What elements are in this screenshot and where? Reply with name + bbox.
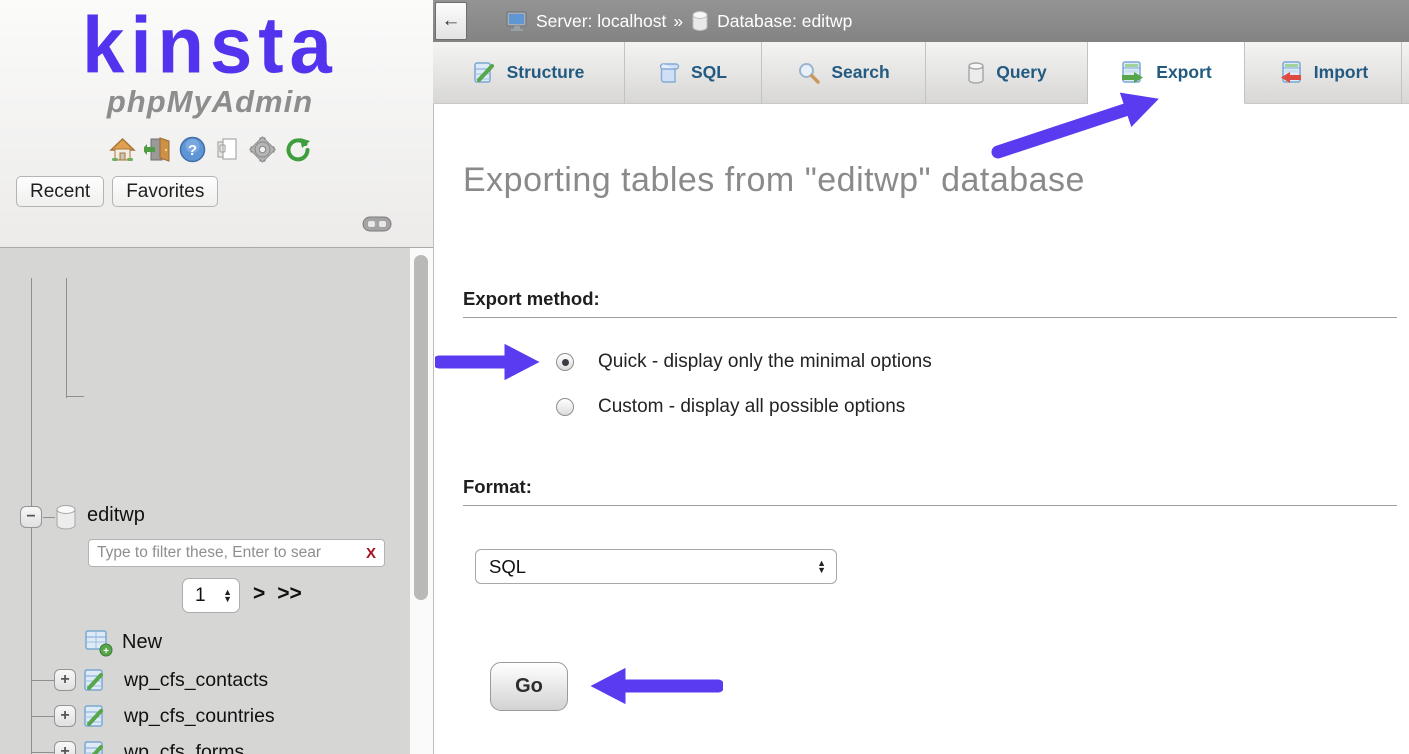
database-icon	[690, 9, 710, 33]
radio-selected-icon[interactable]	[556, 353, 574, 371]
favorites-button[interactable]: Favorites	[112, 176, 218, 207]
search-icon	[797, 61, 821, 85]
sql-icon	[659, 61, 681, 85]
format-label: Format:	[463, 476, 532, 498]
table-icon	[84, 669, 116, 693]
logout-icon[interactable]	[144, 136, 171, 163]
tab-search[interactable]: Search	[762, 42, 926, 104]
expand-icon[interactable]: +	[54, 705, 76, 727]
settings-icon[interactable]	[249, 136, 276, 163]
docs-icon[interactable]	[214, 136, 241, 163]
recent-favorites-row: Recent Favorites	[16, 176, 218, 207]
tree-connector-stub	[32, 752, 54, 753]
table-name: wp_cfs_countries	[124, 705, 275, 728]
kinsta-logo: kinsta	[0, 0, 420, 91]
tab-import[interactable]: Import	[1245, 42, 1402, 104]
refresh-icon[interactable]	[284, 136, 311, 163]
next-page-link[interactable]: >	[253, 582, 265, 606]
sidebar-scrollbar-thumb[interactable]	[414, 255, 428, 600]
tab-label: Search	[831, 62, 889, 83]
breadcrumb-separator: »	[673, 11, 683, 32]
phpmyadmin-wordmark: phpMyAdmin	[0, 84, 420, 120]
tree-filter-input[interactable]: Type to filter these, Enter to sear X	[88, 539, 385, 567]
export-option-quick[interactable]: Quick - display only the minimal options	[556, 351, 932, 373]
table-icon	[84, 705, 116, 729]
sidebar-header: kinsta phpMyAdmin ? Recent Favorites	[0, 0, 433, 248]
breadcrumb-server-link[interactable]: Server: localhost	[536, 11, 666, 32]
tree-connector-stub	[32, 680, 54, 681]
tab-export[interactable]: Export	[1088, 42, 1245, 104]
tab-label: Export	[1156, 62, 1211, 83]
tab-bar: Structure SQL Search Query Export Import	[433, 42, 1409, 104]
structure-icon	[473, 61, 497, 85]
page-title: Exporting tables from "editwp" database	[463, 161, 1085, 200]
help-icon[interactable]: ?	[179, 136, 206, 163]
table-row[interactable]: + wp_cfs_countries	[0, 699, 410, 735]
expand-icon[interactable]: +	[54, 741, 76, 754]
radio-label[interactable]: Custom - display all possible options	[598, 396, 905, 418]
tab-label: Structure	[507, 62, 585, 83]
table-row[interactable]: + wp_cfs_contacts	[0, 663, 410, 699]
svg-text:+: +	[103, 646, 109, 657]
link-icon[interactable]	[362, 213, 392, 235]
breadcrumb-database-link[interactable]: Database: editwp	[717, 11, 852, 32]
table-name: wp_cfs_forms	[124, 741, 244, 754]
tree-item-database[interactable]: − editwp	[0, 502, 410, 532]
recent-button[interactable]: Recent	[16, 176, 104, 207]
database-icon	[54, 504, 78, 531]
expand-icon[interactable]: +	[54, 669, 76, 691]
tree-item-new-table[interactable]: + New	[0, 627, 410, 661]
filter-placeholder: Type to filter these, Enter to sear	[97, 544, 366, 562]
breadcrumb-bar: ← Server: localhost » Database: editwp	[433, 0, 1409, 42]
navigation-tree: − editwp Type to filter these, Enter to …	[0, 248, 410, 754]
radio-label[interactable]: Quick - display only the minimal options	[598, 351, 932, 373]
tab-label: Import	[1314, 62, 1368, 83]
back-button[interactable]: ←	[435, 2, 467, 40]
export-icon	[1120, 60, 1146, 86]
spinner-arrows-icon: ▲▼	[223, 589, 232, 603]
format-selected-value: SQL	[489, 556, 817, 578]
tab-structure[interactable]: Structure	[433, 42, 625, 104]
tab-query[interactable]: Query	[926, 42, 1088, 104]
tree-connector-line	[66, 278, 67, 398]
tab-label: Query	[996, 62, 1047, 83]
tree-connector-stub	[32, 716, 54, 717]
svg-text:?: ?	[188, 142, 197, 159]
query-icon	[966, 61, 986, 85]
radio-unselected-icon[interactable]	[556, 398, 574, 416]
section-divider	[463, 317, 1397, 318]
go-button-label: Go	[515, 675, 543, 698]
tab-bar-filler	[1402, 42, 1409, 104]
export-method-label: Export method:	[463, 288, 600, 310]
table-row[interactable]: + wp_cfs_forms	[0, 735, 410, 754]
server-icon	[505, 9, 529, 33]
last-page-link[interactable]: >>	[277, 582, 302, 606]
breadcrumb: Server: localhost » Database: editwp	[505, 9, 852, 33]
table-icon	[84, 741, 116, 754]
table-name: wp_cfs_contacts	[124, 669, 268, 692]
main-panel	[433, 0, 1409, 754]
table-list: + wp_cfs_contacts + wp_cfs_countries + wp_c…	[0, 663, 410, 754]
page-number-value: 1	[195, 585, 223, 607]
new-table-icon: +	[84, 629, 114, 657]
go-button[interactable]: Go	[490, 662, 568, 711]
database-name[interactable]: editwp	[87, 504, 145, 527]
import-icon	[1278, 60, 1304, 86]
tab-label: SQL	[691, 62, 727, 83]
format-select[interactable]: SQL ▲▼	[475, 549, 837, 584]
filter-clear-icon[interactable]: X	[366, 545, 376, 562]
home-icon[interactable]	[109, 136, 136, 163]
section-divider	[463, 505, 1397, 506]
collapse-icon[interactable]: −	[20, 506, 42, 528]
page-number-spinner[interactable]: 1 ▲▼	[182, 578, 240, 613]
page-nav-links: > >>	[253, 582, 302, 606]
sidebar-icon-row: ?	[0, 136, 420, 163]
new-table-label: New	[122, 631, 162, 654]
back-arrow-icon: ←	[442, 10, 461, 32]
tree-connector-stub	[66, 396, 84, 397]
export-option-custom[interactable]: Custom - display all possible options	[556, 396, 905, 418]
select-arrows-icon: ▲▼	[817, 560, 826, 574]
tab-sql[interactable]: SQL	[625, 42, 762, 104]
